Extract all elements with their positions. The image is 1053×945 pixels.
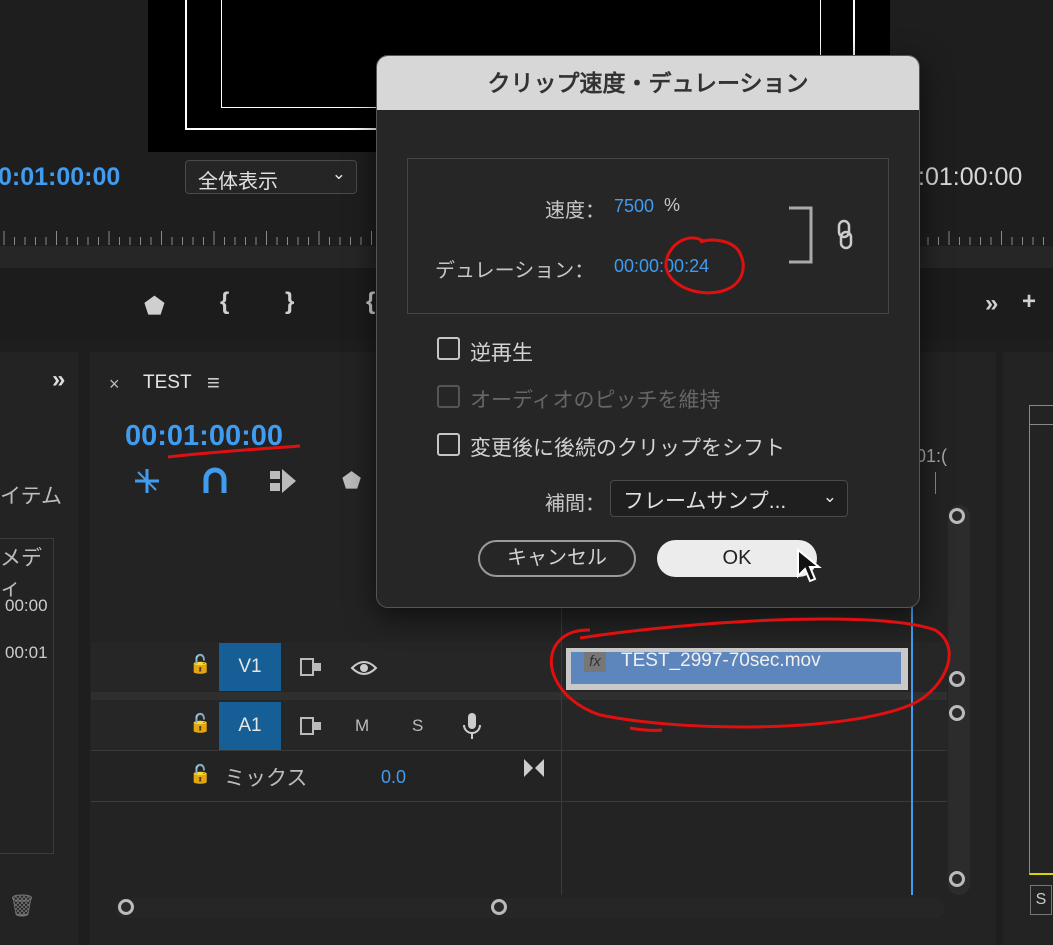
annotation-tail-clip: [629, 726, 663, 732]
annotation-circle-duration: [664, 236, 745, 295]
annotation-circle-clip: [549, 617, 951, 729]
red-annotations: [167, 236, 951, 732]
annotation-underline-timecode: [167, 444, 301, 459]
